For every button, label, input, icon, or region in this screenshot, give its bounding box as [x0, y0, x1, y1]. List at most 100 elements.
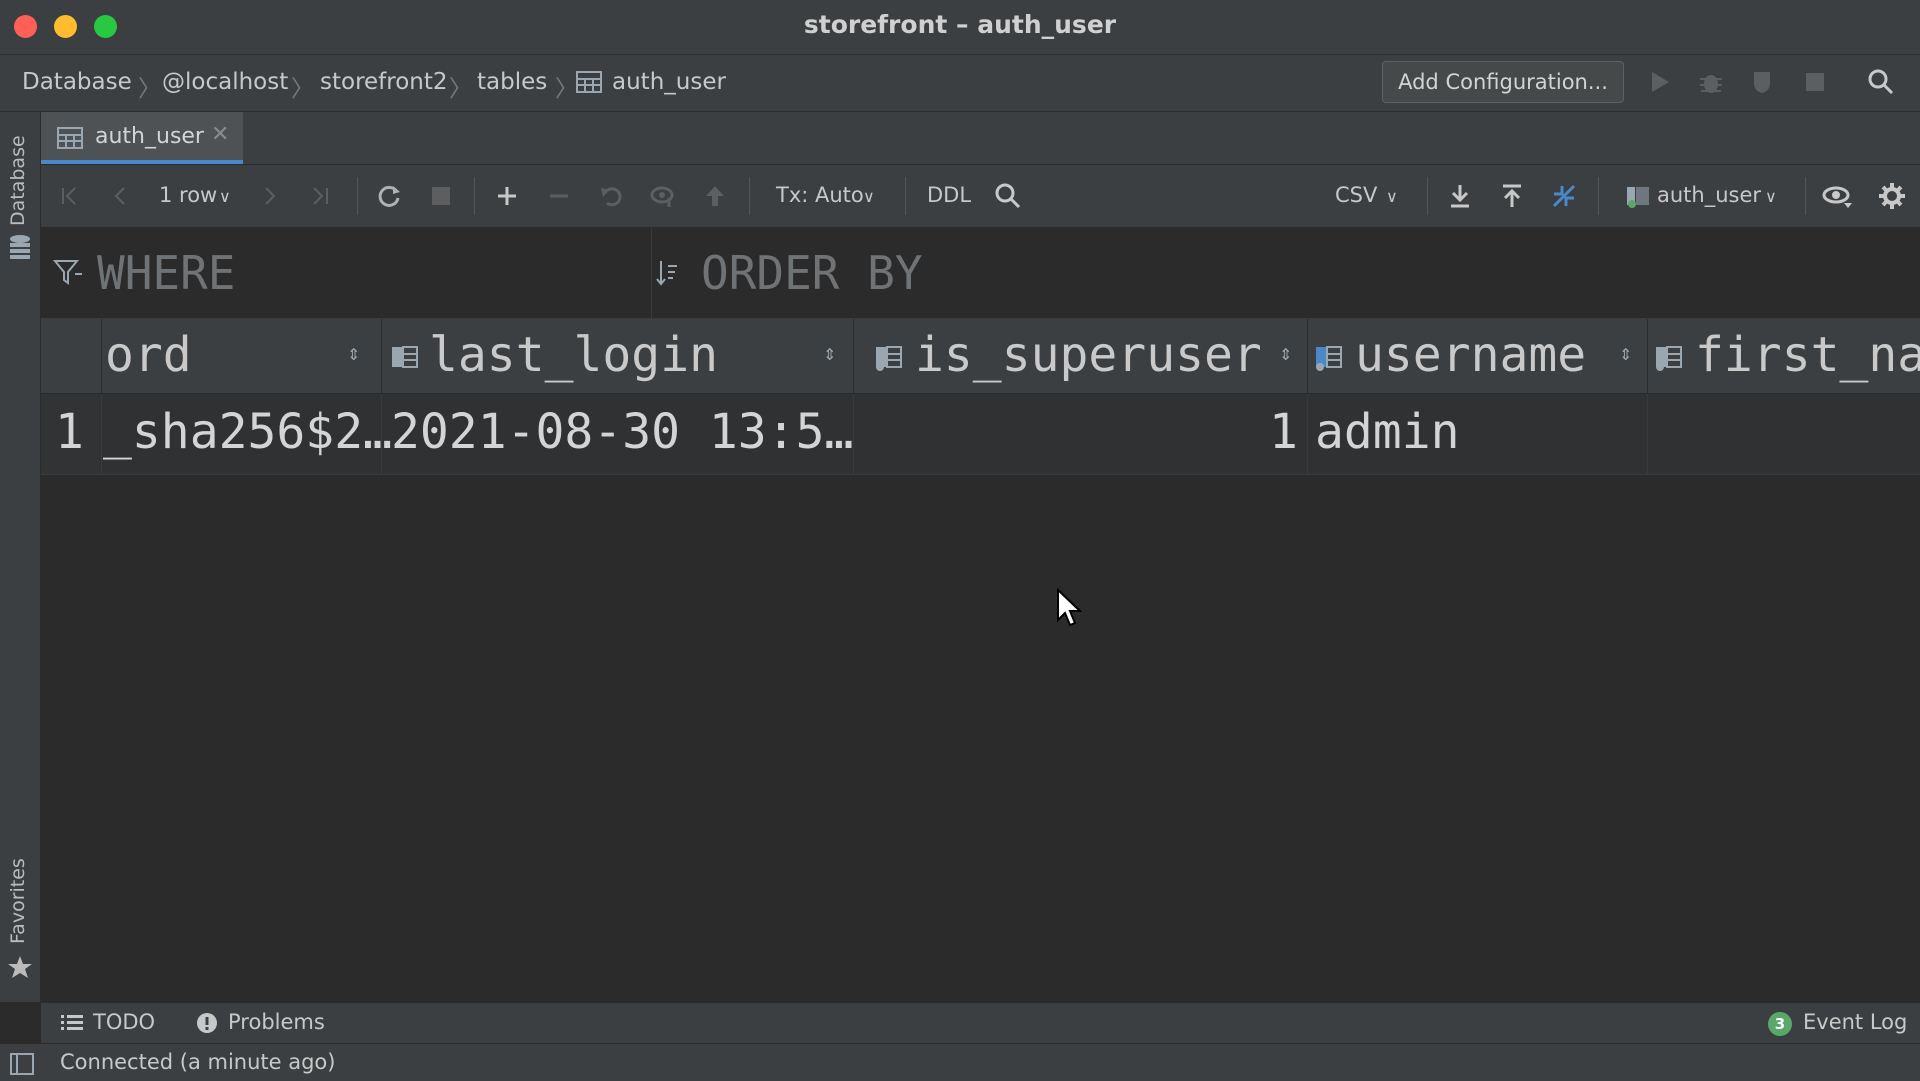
export-format-dropdown[interactable]: CSV [1335, 183, 1377, 207]
search-icon[interactable] [991, 179, 1025, 213]
row-count-dropdown[interactable]: 1 row [159, 183, 217, 207]
debug-icon[interactable] [1694, 65, 1728, 99]
revert-icon[interactable] [594, 179, 628, 213]
column-separator [101, 394, 102, 474]
search-icon[interactable] [1864, 65, 1898, 99]
cell-last-login[interactable]: 2021-08-30 13:5… [391, 404, 853, 460]
where-filter-input[interactable]: WHERE [97, 246, 235, 300]
sort-toggle-icon[interactable]: ⇕ [1619, 345, 1632, 364]
column-separator [381, 319, 382, 393]
breadcrumb-host[interactable]: @localhost [162, 69, 288, 95]
breadcrumb-separator: 〉 [291, 76, 314, 102]
toolbar-separator [905, 177, 906, 215]
column-header-password[interactable]: ord [105, 327, 192, 383]
add-row-icon[interactable] [490, 179, 524, 213]
cell-username[interactable]: admin [1315, 404, 1460, 460]
breadcrumb-table[interactable]: auth_user [612, 69, 726, 95]
column-header-first-name[interactable]: first_na [1695, 327, 1920, 383]
sort-toggle-icon[interactable]: ⇕ [347, 345, 360, 364]
table-row[interactable]: 1 _sha256$2… 2021-08-30 13:5… 1 admin [41, 394, 1920, 475]
close-tab-icon[interactable]: ✕ [211, 122, 229, 147]
chevron-down-icon: ∨ [219, 187, 231, 206]
list-icon [61, 1013, 83, 1037]
row-number: 1 [55, 404, 84, 460]
run-icon[interactable] [1643, 65, 1677, 99]
table-icon [576, 71, 602, 97]
breadcrumb-database[interactable]: Database [22, 69, 132, 95]
sort-toggle-icon[interactable]: ⇕ [823, 345, 836, 364]
table-source-icon [1621, 179, 1655, 213]
title-bar: storefront – auth_user [0, 0, 1920, 55]
column-header-is-superuser[interactable]: is_superuser [915, 327, 1262, 383]
active-tab-indicator [41, 160, 243, 164]
filter-divider [651, 228, 652, 318]
table-selector-dropdown[interactable]: auth_user [1657, 183, 1761, 207]
stop-query-icon[interactable] [424, 179, 458, 213]
filter-bar: WHERE ORDER BY [41, 228, 1920, 319]
toolbar-separator [1427, 177, 1428, 215]
toolbar-separator [357, 177, 358, 215]
first-page-icon[interactable] [53, 179, 87, 213]
last-page-icon[interactable] [303, 179, 337, 213]
column-separator [381, 394, 382, 474]
stop-icon[interactable] [1798, 65, 1832, 99]
sort-toggle-icon[interactable]: ⇕ [1279, 345, 1292, 364]
favorites-panel-toggle[interactable]: Favorites [7, 858, 29, 944]
window-title: storefront – auth_user [803, 10, 1117, 39]
mouse-cursor-icon [1056, 587, 1083, 632]
column-header-username[interactable]: username [1355, 327, 1586, 383]
breadcrumb-separator: 〉 [138, 76, 161, 102]
next-page-icon[interactable] [253, 179, 287, 213]
table-icon [57, 127, 83, 153]
breadcrumb-schema[interactable]: storefront2 [320, 69, 448, 95]
event-log-count-badge: 3 [1768, 1012, 1792, 1036]
column-separator [1647, 394, 1648, 474]
preview-changes-icon[interactable] [646, 179, 680, 213]
ddl-button[interactable]: DDL [927, 183, 971, 207]
editor-tab-bar: auth_user ✕ [41, 112, 1920, 165]
delete-row-icon[interactable] [542, 179, 576, 213]
breadcrumb-tables[interactable]: tables [477, 69, 547, 95]
breadcrumb-separator: 〉 [449, 76, 472, 102]
tab-label: auth_user [95, 124, 204, 149]
grid-header: ord ⇕ last_login ⇕ is_superuser ⇕ userna… [41, 319, 1920, 394]
column-icon [1655, 345, 1683, 375]
tool-window-bar: TODO Problems 3 Event Log [41, 1002, 1920, 1043]
connection-status: Connected (a minute ago) [60, 1050, 336, 1074]
toolbar-separator [1598, 177, 1599, 215]
database-stack-icon [8, 234, 32, 264]
cell-is-superuser[interactable]: 1 [1269, 404, 1298, 460]
chevron-down-icon: ∨ [863, 187, 875, 206]
column-separator [101, 319, 102, 393]
panel-toggle-icon[interactable] [10, 1053, 34, 1079]
breadcrumb-separator: 〉 [555, 76, 578, 102]
transaction-mode-dropdown[interactable]: Tx: Auto [776, 183, 864, 207]
chevron-down-icon: ∨ [1386, 187, 1398, 206]
todo-tool-button[interactable]: TODO [93, 1010, 155, 1034]
column-separator [1307, 319, 1308, 393]
problems-tool-button[interactable]: Problems [228, 1010, 325, 1034]
previous-page-icon[interactable] [103, 179, 137, 213]
cell-password[interactable]: _sha256$2… [103, 404, 392, 460]
toolbar-separator [1805, 177, 1806, 215]
coverage-icon[interactable] [1746, 65, 1780, 99]
column-separator [853, 319, 854, 393]
event-log-button[interactable]: Event Log [1803, 1010, 1907, 1034]
refresh-icon[interactable] [372, 179, 406, 213]
tab-auth-user[interactable]: auth_user ✕ [41, 112, 243, 164]
view-icon[interactable] [1821, 179, 1855, 213]
settings-gear-icon[interactable] [1875, 179, 1909, 213]
upload-icon[interactable] [1495, 179, 1529, 213]
download-icon[interactable] [1443, 179, 1477, 213]
order-by-input[interactable]: ORDER BY [701, 246, 923, 300]
column-icon [1315, 345, 1343, 375]
database-panel-toggle[interactable]: Database [7, 135, 29, 226]
navigation-bar: Database 〉 @localhost 〉 storefront2 〉 ta… [0, 55, 1920, 112]
add-configuration-button[interactable]: Add Configuration... [1382, 61, 1624, 103]
chevron-down-icon: ∨ [1765, 187, 1777, 206]
column-icon [391, 345, 419, 373]
compare-icon[interactable] [1547, 179, 1581, 213]
submit-icon[interactable] [698, 179, 732, 213]
column-header-last-login[interactable]: last_login [429, 327, 718, 383]
sort-icon [655, 258, 687, 292]
